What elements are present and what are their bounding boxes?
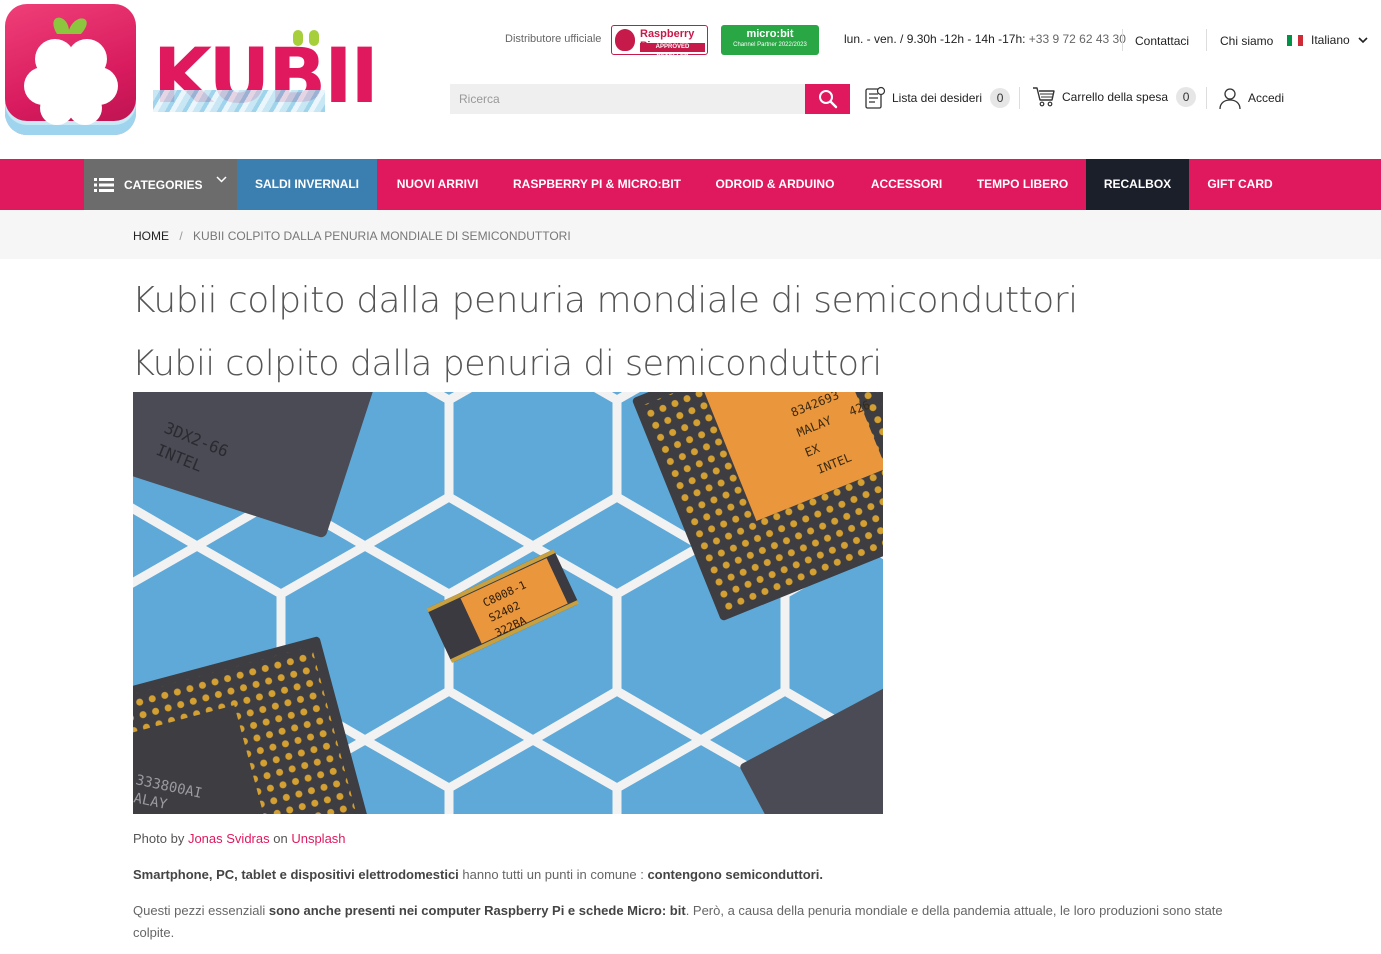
paragraph-1-text: hanno tutti un punti in comune : — [458, 867, 648, 882]
nav-item-saldi-invernali[interactable]: SALDI INVERNALI — [237, 159, 377, 210]
nav-item-nuovi-arrivi[interactable]: NUOVI ARRIVI — [377, 159, 498, 210]
credit-source-link[interactable]: Unsplash — [291, 831, 345, 846]
badge-microbit-title: micro:bit — [746, 28, 794, 40]
page-title: Kubii colpito dalla penuria mondiale di … — [132, 280, 1078, 321]
article-hero-image: 3DX2-66 INTEL 8342693 MALAY 426 EX INTEL… — [133, 392, 883, 814]
distributor-label: Distributore ufficiale — [505, 33, 602, 45]
divider — [1206, 87, 1207, 109]
breadcrumb-separator: / — [179, 229, 183, 243]
italian-flag-icon — [1287, 34, 1303, 46]
list-icon — [94, 177, 114, 192]
cart-count-badge: 0 — [1176, 87, 1197, 107]
hours-text: lun. - ven. / 9.30h -12h - 14h -17h: — [844, 32, 1026, 46]
chevron-down-icon — [1358, 36, 1368, 43]
breadcrumb: HOME / KUBII COLPITO DALLA PENURIA MONDI… — [0, 210, 1381, 259]
semiconductor-chips-photo: 3DX2-66 INTEL 8342693 MALAY 426 EX INTEL… — [133, 392, 883, 814]
contact-link[interactable]: Contattaci — [1135, 34, 1189, 48]
divider — [1019, 87, 1020, 109]
nav-item-raspberry-pi-microbit[interactable]: RASPBERRY PI & MICRO:BIT — [498, 159, 696, 210]
nav-item-accessori[interactable]: ACCESSORI — [854, 159, 959, 210]
language-selector[interactable]: Italiano — [1287, 33, 1368, 47]
phone-number[interactable]: +33 9 72 62 43 30 — [1029, 32, 1126, 46]
breadcrumb-trail: HOME / KUBII COLPITO DALLA PENURIA MONDI… — [133, 229, 571, 243]
nav-item-recalbox[interactable]: RECALBOX — [1086, 159, 1189, 210]
badge-rpi-subtitle: APPROVED RESELLER — [640, 43, 705, 59]
credit-author-link[interactable]: Jonas Svidras — [188, 831, 270, 846]
nav-item-odroid-arduino[interactable]: ODROID & ARDUINO — [696, 159, 854, 210]
divider — [1122, 29, 1123, 51]
login-label: Accedi — [1248, 91, 1285, 105]
divider — [1206, 29, 1207, 51]
paragraph-2-bold: sono anche presenti nei computer Raspber… — [268, 903, 686, 918]
wishlist-count-badge: 0 — [990, 88, 1011, 108]
credit-prefix: Photo by — [133, 831, 185, 846]
credit-middle: on — [273, 831, 288, 846]
search-input[interactable] — [450, 84, 805, 114]
opening-hours: lun. - ven. / 9.30h -12h - 14h -17h: +33… — [844, 32, 1126, 46]
shopping-cart-icon — [1033, 87, 1055, 107]
user-icon — [1219, 88, 1241, 110]
badge-microbit-subtitle: Channel Partner 2022/2023 — [733, 42, 807, 48]
search-button[interactable] — [805, 84, 850, 114]
breadcrumb-current: KUBII COLPITO DALLA PENURIA MONDIALE DI … — [193, 229, 571, 243]
raspberry-pi-reseller-badge[interactable]: Raspberry Pi APPROVED RESELLER — [611, 25, 708, 59]
main-navigation: CATEGORIES SALDI INVERNALI NUOVI ARRIVI … — [0, 159, 1381, 210]
logo-dots-decoration — [293, 30, 325, 51]
paragraph-2-text-1: Questi pezzi essenziali — [133, 903, 269, 918]
language-label: Italiano — [1311, 33, 1350, 47]
search-bar — [450, 84, 850, 114]
article-paragraph-2: Questi pezzi essenziali sono anche prese… — [133, 900, 1253, 944]
breadcrumb-home[interactable]: HOME — [133, 229, 169, 243]
microbit-partner-badge[interactable]: micro:bit Channel Partner 2022/2023 — [721, 25, 819, 55]
cart-link[interactable]: Carrello della spesa 0 — [1032, 86, 1197, 108]
raspberry-pi-icon — [615, 29, 635, 51]
article-paragraph-1: Smartphone, PC, tablet e dispositivi ele… — [133, 864, 1253, 886]
nav-item-gift-card[interactable]: GIFT CARD — [1189, 159, 1291, 210]
logo-ice-decoration — [153, 90, 325, 112]
paragraph-1-bold-2: contengono semiconduttori. — [647, 867, 823, 882]
categories-label: CATEGORIES — [124, 177, 203, 192]
cart-label: Carrello della spesa — [1062, 90, 1169, 104]
categories-menu-button[interactable]: CATEGORIES — [84, 159, 237, 210]
paragraph-1-bold-1: Smartphone, PC, tablet e dispositivi ele… — [133, 867, 459, 882]
wishlist-link[interactable]: Lista dei desideri 0 — [864, 86, 1011, 110]
kubii-logo[interactable]: KUBII — [5, 4, 379, 136]
wishlist-icon — [865, 86, 886, 109]
article-subtitle: Kubii colpito dalla penuria di semicondu… — [132, 344, 882, 384]
photo-credit: Photo by Jonas Svidras on Unsplash — [133, 831, 346, 846]
login-link[interactable]: Accedi — [1218, 86, 1284, 110]
chevron-down-icon — [216, 176, 227, 183]
search-icon — [818, 90, 837, 109]
nav-item-tempo-libero[interactable]: TEMPO LIBERO — [959, 159, 1086, 210]
wishlist-label: Lista dei desideri — [892, 91, 983, 105]
raspberry-logo-icon — [5, 4, 136, 135]
about-link[interactable]: Chi siamo — [1220, 34, 1273, 48]
